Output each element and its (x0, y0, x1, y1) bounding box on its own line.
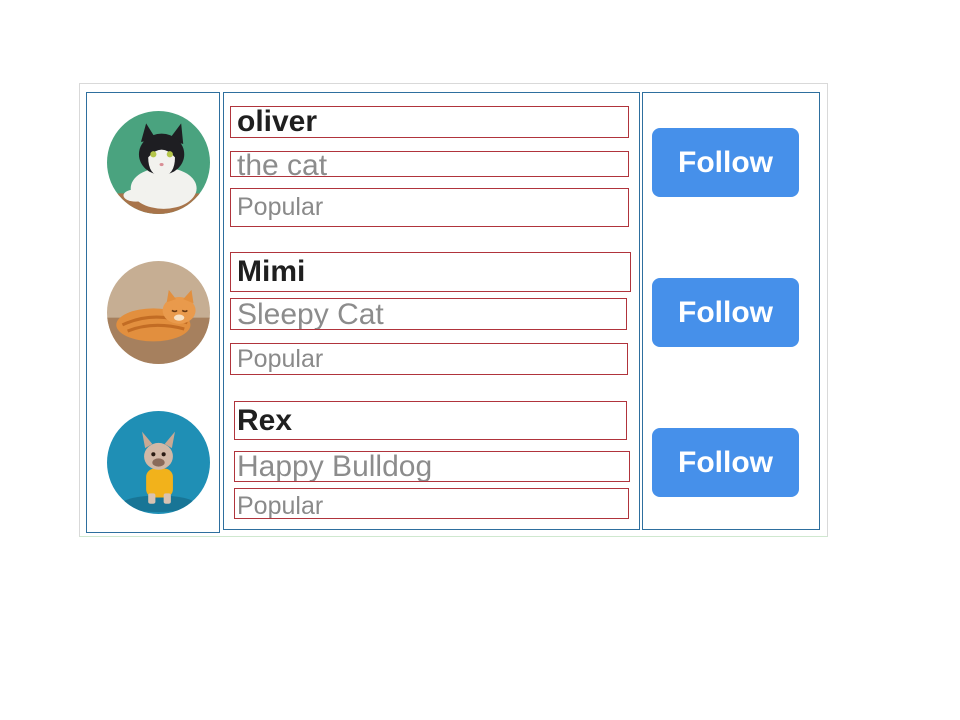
avatar-oliver[interactable] (107, 111, 210, 214)
orange-cat-avatar-icon (107, 261, 210, 364)
user-list-card: oliver the cat Popular Mimi Sleepy Cat P… (79, 83, 828, 537)
user-tag-mimi: Popular (230, 343, 628, 375)
user-info-column: oliver the cat Popular Mimi Sleepy Cat P… (223, 92, 640, 530)
avatar-rex[interactable] (107, 411, 210, 514)
follow-button-rex[interactable]: Follow (652, 428, 799, 497)
avatar-mimi[interactable] (107, 261, 210, 364)
user-name-rex: Rex (234, 401, 627, 440)
user-tag-oliver: Popular (230, 188, 629, 227)
avatar-column (86, 92, 220, 533)
follow-actions-column: Follow Follow Follow (642, 92, 820, 530)
follow-button-oliver[interactable]: Follow (652, 128, 799, 197)
tuxedo-cat-avatar-icon (107, 111, 210, 214)
user-description-oliver: the cat (230, 151, 629, 177)
user-tag-rex: Popular (234, 488, 629, 519)
user-name-mimi: Mimi (230, 252, 631, 292)
follow-button-mimi[interactable]: Follow (652, 278, 799, 347)
user-description-mimi: Sleepy Cat (230, 298, 627, 330)
user-description-rex: Happy Bulldog (234, 451, 630, 482)
user-name-oliver: oliver (230, 106, 629, 138)
bulldog-avatar-icon (107, 411, 210, 514)
